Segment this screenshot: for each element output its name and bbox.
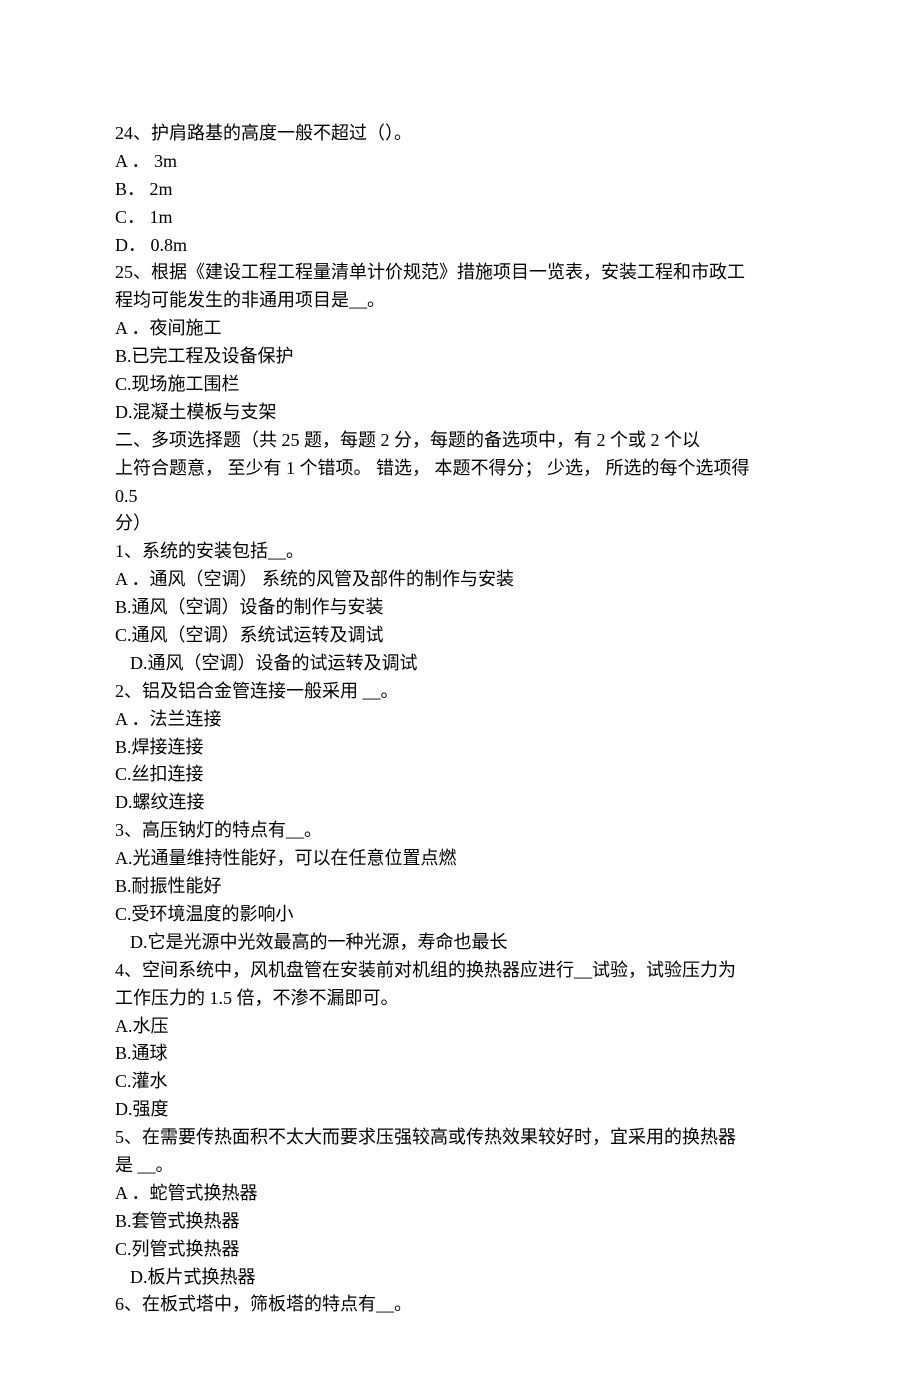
m5-stem-line1: 5、在需要传热面积不太大而要求压强较高或传热效果较好时，宜采用的换热器 bbox=[115, 1124, 805, 1152]
q25-stem-line2: 程均可能发生的非通用项目是__。 bbox=[115, 287, 805, 315]
m2-option-c: C.丝扣连接 bbox=[115, 761, 805, 789]
m6-stem: 6、在板式塔中，筛板塔的特点有__。 bbox=[115, 1291, 805, 1319]
q24-option-b: B． 2m bbox=[115, 176, 805, 204]
m4-stem-line2: 工作压力的 1.5 倍，不渗不漏即可。 bbox=[115, 985, 805, 1013]
m2-option-d: D.螺纹连接 bbox=[115, 789, 805, 817]
section2-line3: 0.5 bbox=[115, 483, 805, 511]
m5-option-a: A ．蛇管式换热器 bbox=[115, 1180, 805, 1208]
m3-stem: 3、高压钠灯的特点有__。 bbox=[115, 817, 805, 845]
q24-option-a: A ． 3m bbox=[115, 148, 805, 176]
m4-stem-line1: 4、空间系统中，风机盘管在安装前对机组的换热器应进行__试验，试验压力为 bbox=[115, 957, 805, 985]
q24-stem: 24、护肩路基的高度一般不超过（）。 bbox=[115, 120, 805, 148]
m5-stem-line2: 是 __。 bbox=[115, 1152, 805, 1180]
q24-option-d: D． 0.8m bbox=[115, 232, 805, 260]
m5-option-d: D.板片式换热器 bbox=[115, 1264, 805, 1292]
m1-option-a: A ．通风（空调） 系统的风管及部件的制作与安装 bbox=[115, 566, 805, 594]
q25-option-b: B.已完工程及设备保护 bbox=[115, 343, 805, 371]
m1-option-b: B.通风（空调）设备的制作与安装 bbox=[115, 594, 805, 622]
m3-option-d: D.它是光源中光效最高的一种光源，寿命也最长 bbox=[115, 929, 805, 957]
section2-line1: 二、多项选择题（共 25 题，每题 2 分，每题的备选项中，有 2 个或 2 个… bbox=[115, 427, 805, 455]
q25-option-a: A ．夜间施工 bbox=[115, 315, 805, 343]
m1-option-d: D.通风（空调）设备的试运转及调试 bbox=[115, 650, 805, 678]
q25-option-d: D.混凝土模板与支架 bbox=[115, 399, 805, 427]
m4-option-a: A.水压 bbox=[115, 1013, 805, 1041]
m4-option-c: C.灌水 bbox=[115, 1068, 805, 1096]
q25-stem-line1: 25、根据《建设工程工程量清单计价规范》措施项目一览表，安装工程和市政工 bbox=[115, 259, 805, 287]
m4-option-b: B.通球 bbox=[115, 1040, 805, 1068]
m3-option-a: A.光通量维持性能好，可以在任意位置点燃 bbox=[115, 845, 805, 873]
q25-option-c: C.现场施工围栏 bbox=[115, 371, 805, 399]
q24-option-c: C． 1m bbox=[115, 204, 805, 232]
m2-option-b: B.焊接连接 bbox=[115, 734, 805, 762]
m3-option-c: C.受环境温度的影响小 bbox=[115, 901, 805, 929]
m3-option-b: B.耐振性能好 bbox=[115, 873, 805, 901]
m1-option-c: C.通风（空调）系统试运转及调试 bbox=[115, 622, 805, 650]
document-page: 24、护肩路基的高度一般不超过（）。 A ． 3m B． 2m C． 1m D．… bbox=[0, 0, 920, 1399]
m2-option-a: A ．法兰连接 bbox=[115, 706, 805, 734]
section2-line4: 分） bbox=[115, 510, 805, 538]
m4-option-d: D.强度 bbox=[115, 1096, 805, 1124]
m5-option-c: C.列管式换热器 bbox=[115, 1236, 805, 1264]
m1-stem: 1、系统的安装包括__。 bbox=[115, 538, 805, 566]
m2-stem: 2、铝及铝合金管连接一般采用 __。 bbox=[115, 678, 805, 706]
section2-line2: 上符合题意， 至少有 1 个错项。 错选， 本题不得分； 少选， 所选的每个选项… bbox=[115, 455, 805, 483]
m5-option-b: B.套管式换热器 bbox=[115, 1208, 805, 1236]
